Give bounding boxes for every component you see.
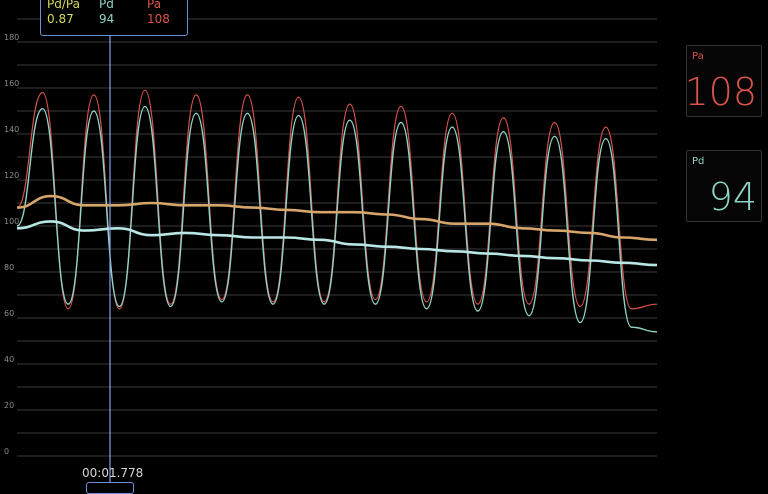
- y-tick-label: 20: [4, 401, 14, 410]
- pd-value-panel: Pd 94: [686, 150, 762, 222]
- pa-readout-label: Pa: [147, 0, 162, 11]
- y-tick-label: 60: [4, 309, 14, 318]
- chart-grid: [17, 18, 657, 457]
- ratio-readout: Pd/Pa 0.87: [47, 0, 80, 27]
- y-tick-label: 180: [4, 33, 19, 42]
- ratio-label: Pd/Pa: [47, 0, 80, 11]
- pa-panel-label: Pa: [692, 51, 704, 62]
- chart-series: [16, 89, 658, 333]
- series-pd-mean: [16, 220, 658, 267]
- pa-readout: Pa 108: [147, 0, 170, 27]
- pa-panel-value: 108: [684, 70, 757, 114]
- pd-panel-value: 94: [708, 175, 757, 219]
- cursor-readout: Pd/Pa 0.87 Pd 94 Pa 108: [40, 0, 188, 36]
- pa-readout-value: 108: [147, 12, 170, 26]
- y-tick-label: 120: [4, 171, 19, 180]
- y-tick-label: 140: [4, 125, 19, 134]
- cursor-drag-handle[interactable]: [86, 482, 134, 494]
- ratio-value: 0.87: [47, 12, 74, 26]
- y-tick-label: 80: [4, 263, 14, 272]
- y-axis-ticks: 0 20 40 60 80 100 120 140 160 180: [4, 33, 19, 456]
- y-tick-label: 0: [4, 447, 9, 456]
- pd-readout-value: 94: [99, 12, 115, 26]
- pd-readout: Pd 94: [99, 0, 114, 27]
- pd-panel-label: Pd: [692, 156, 705, 167]
- pressure-chart: 0 20 40 60 80 100 120 140 160 180: [4, 0, 658, 487]
- pa-value-panel: Pa 108: [684, 45, 762, 117]
- series-pa: [16, 89, 658, 310]
- y-tick-label: 100: [4, 217, 19, 226]
- y-tick-label: 40: [4, 355, 14, 364]
- y-tick-label: 160: [4, 79, 19, 88]
- pd-readout-label: Pd: [99, 0, 114, 11]
- cursor-time-label: 00:01.778: [82, 466, 144, 480]
